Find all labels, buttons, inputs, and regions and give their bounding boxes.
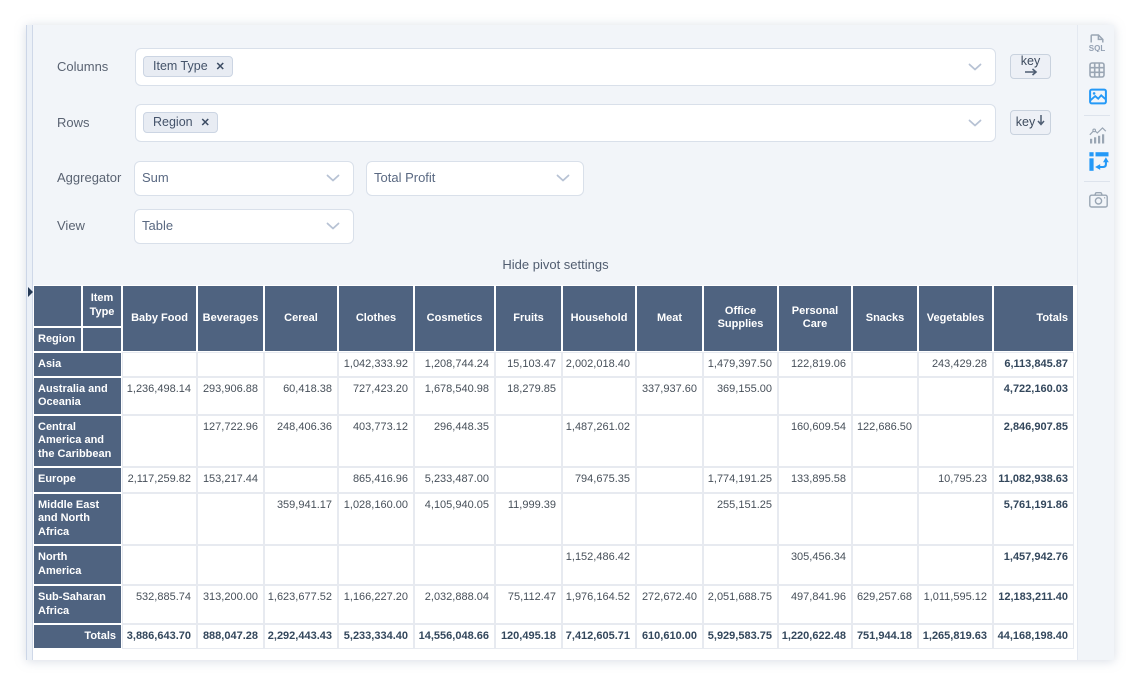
svg-text:SQL: SQL: [1089, 44, 1105, 52]
